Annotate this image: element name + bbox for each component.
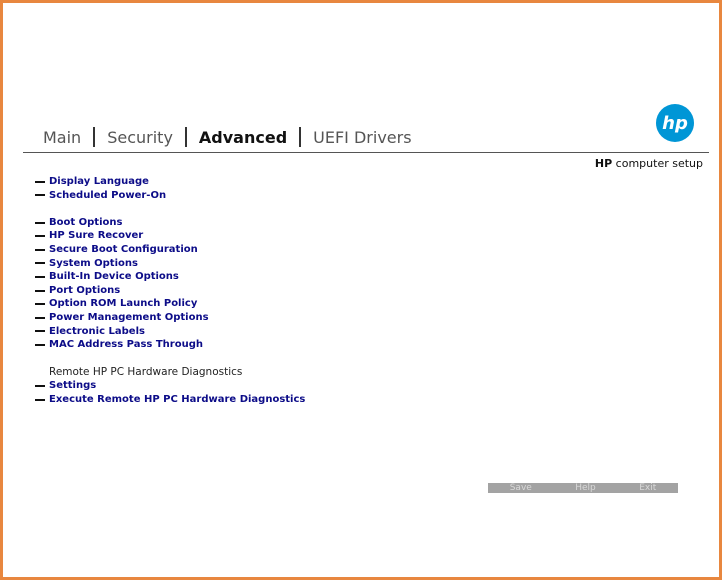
menu-item-execute-remote-diagnostics[interactable]: Execute Remote HP PC Hardware Diagnostic… [35, 393, 305, 407]
bullet-dash [35, 398, 45, 401]
advanced-menu: Display Language Scheduled Power-On Boot… [35, 175, 305, 407]
menu-item-display-language[interactable]: Display Language [35, 175, 305, 189]
bullet-dash [35, 275, 45, 278]
menu-item-option-rom-launch-policy[interactable]: Option ROM Launch Policy [35, 297, 305, 311]
header-divider [23, 152, 709, 153]
bullet-dash [35, 248, 45, 251]
help-button[interactable]: Help [575, 483, 596, 493]
bottom-action-bar: Save Help Exit [488, 483, 678, 493]
bullet-dash [35, 221, 45, 224]
tab-separator [93, 127, 96, 147]
save-button[interactable]: Save [510, 483, 532, 493]
tab-bar: Main Security Advanced UEFI Drivers [43, 125, 412, 149]
setup-window: Main Security Advanced UEFI Drivers hp H… [0, 0, 722, 580]
bullet-dash [35, 385, 45, 388]
menu-item-scheduled-power-on[interactable]: Scheduled Power-On [35, 189, 305, 203]
tab-advanced[interactable]: Advanced [199, 128, 287, 147]
hp-logo-icon: hp [656, 104, 694, 142]
bullet-dash [35, 330, 45, 333]
bullet-dash [35, 343, 45, 346]
bullet-dash [35, 316, 45, 319]
brand-rest: computer setup [612, 157, 703, 170]
diagnostics-heading: Remote HP PC Hardware Diagnostics [49, 366, 243, 379]
menu-item-port-options[interactable]: Port Options [35, 284, 305, 298]
tab-security[interactable]: Security [107, 128, 173, 147]
hp-logo-text: hp [662, 113, 688, 134]
exit-button[interactable]: Exit [639, 483, 656, 493]
menu-item-hp-sure-recover[interactable]: HP Sure Recover [35, 229, 305, 243]
bullet-dash [35, 180, 45, 183]
tab-separator [299, 127, 302, 147]
menu-item-built-in-device-options[interactable]: Built-In Device Options [35, 270, 305, 284]
bullet-dash [35, 235, 45, 238]
bullet-dash [35, 303, 45, 306]
menu-item-power-management-options[interactable]: Power Management Options [35, 311, 305, 325]
menu-item-system-options[interactable]: System Options [35, 257, 305, 271]
menu-item-electronic-labels[interactable]: Electronic Labels [35, 325, 305, 339]
brand-label: HP computer setup [595, 157, 703, 170]
menu-item-boot-options[interactable]: Boot Options [35, 216, 305, 230]
tab-separator [184, 127, 187, 147]
bullet-dash [35, 289, 45, 292]
menu-item-settings[interactable]: Settings [35, 379, 305, 393]
menu-item-mac-address-pass-through[interactable]: MAC Address Pass Through [35, 338, 305, 352]
tab-uefi-drivers[interactable]: UEFI Drivers [313, 128, 411, 147]
bullet-dash [35, 194, 45, 197]
tab-main[interactable]: Main [43, 128, 81, 147]
bullet-dash [35, 262, 45, 265]
brand-bold: HP [594, 157, 613, 170]
menu-item-secure-boot-configuration[interactable]: Secure Boot Configuration [35, 243, 305, 257]
